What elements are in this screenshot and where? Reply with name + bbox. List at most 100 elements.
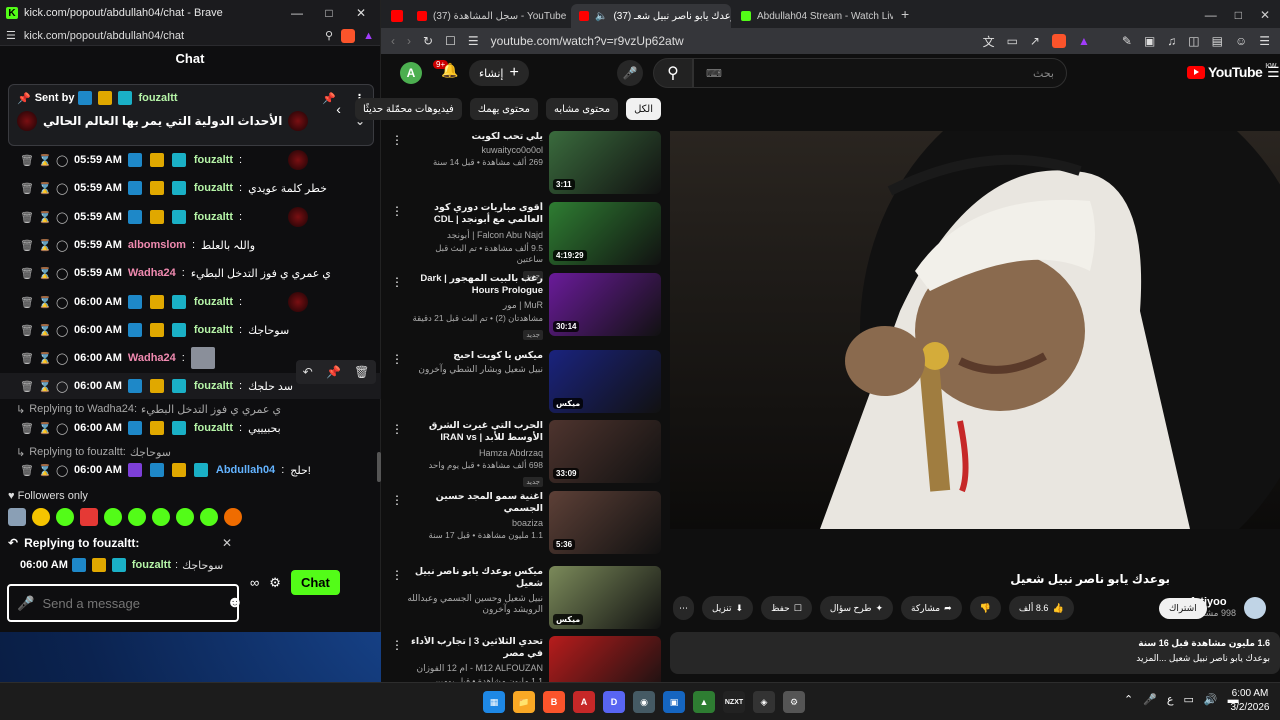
sidebar-icon[interactable]: ◫ xyxy=(1188,34,1199,48)
microphone-icon[interactable]: 🎤 xyxy=(17,595,34,612)
windows-start-icon[interactable]: ▦ xyxy=(483,691,505,713)
ban-icon[interactable]: ◯ xyxy=(56,324,68,337)
brave-browser-icon[interactable]: B xyxy=(543,691,565,713)
ban-icon[interactable]: ◯ xyxy=(56,296,68,309)
recommendation-channel[interactable]: Hamza Abdrzaq xyxy=(407,448,543,458)
chat-message[interactable]: 🗑 ⌛ ◯ 06:00 AM Abdullah04: حلج! xyxy=(0,457,381,483)
recommendation-channel[interactable]: Falcon Abu Najd | أبونجد xyxy=(407,230,543,241)
delete-icon[interactable]: 🗑 xyxy=(20,154,34,167)
cast-icon[interactable]: ▭ xyxy=(1007,34,1018,48)
system-clock[interactable]: 6:00 AM 3/2/2026 xyxy=(1228,687,1272,715)
keyboard-icon[interactable]: ⌨ xyxy=(706,67,722,80)
delete-icon[interactable]: 🗑 xyxy=(354,365,369,379)
message-username[interactable]: fouzaltt xyxy=(194,380,233,392)
delete-icon[interactable]: 🗑 xyxy=(20,422,34,435)
recommendation-item[interactable]: ⋮ أقوى مباريات دوري كود العالمي مع أبونج… xyxy=(391,202,661,281)
chip-all[interactable]: الكل xyxy=(626,98,661,120)
account-avatar[interactable]: A xyxy=(400,62,422,84)
tab-history[interactable]: (37) سجل المشاهدة - YouTube ✕ xyxy=(409,4,569,28)
reply-icon[interactable]: ↶ xyxy=(303,365,313,379)
extensions-icon[interactable]: ✎ xyxy=(1122,34,1132,48)
more-options-icon[interactable]: ⋮ xyxy=(391,275,403,339)
site-info-icon[interactable]: ☰ xyxy=(468,34,479,48)
recommendation-title[interactable]: يلي تحب لكويت xyxy=(407,131,543,143)
bookmark-icon[interactable]: ☐ xyxy=(445,34,456,48)
timeout-icon[interactable]: ⌛ xyxy=(38,380,52,393)
recommendation-title[interactable]: ميكس يا كويت احبج xyxy=(407,350,543,362)
zoom-icon[interactable]: ⚲ xyxy=(325,29,333,42)
emote-icon[interactable] xyxy=(104,508,122,526)
chat-message[interactable]: 🗑 ⌛ ◯ 05:59 AM fouzaltt: xyxy=(0,147,381,173)
emote-icon[interactable] xyxy=(200,508,218,526)
create-button[interactable]: إنشاء + xyxy=(469,60,529,86)
search-input[interactable]: ⌨ بحث xyxy=(693,58,1067,88)
message-username[interactable]: fouzaltt xyxy=(194,422,233,434)
pinned-message[interactable]: 📌 Sent by fouzaltt 📌 ⋮ الأحداث الدولية ا… xyxy=(8,84,374,146)
recommendation-item[interactable]: ⋮ يلي تحب لكويت kuwaityco0o0ol 269 ألف م… xyxy=(391,131,661,197)
brave-rewards-icon[interactable]: ▲ xyxy=(363,30,374,42)
recommendation-thumbnail[interactable]: 30:14 xyxy=(549,273,661,336)
timeout-icon[interactable]: ⌛ xyxy=(38,464,52,477)
message-username[interactable]: fouzaltt xyxy=(194,182,233,194)
timeout-icon[interactable]: ⌛ xyxy=(38,211,52,224)
recommendation-channel[interactable]: MuR | مور xyxy=(407,300,543,311)
acrobat-icon[interactable]: A xyxy=(573,691,595,713)
menu-icon[interactable]: ☰ xyxy=(1259,34,1270,48)
message-username[interactable]: fouzaltt xyxy=(194,296,233,308)
close-window-button[interactable]: ✕ xyxy=(1260,8,1270,22)
ban-icon[interactable]: ◯ xyxy=(56,422,68,435)
app-icon[interactable]: ▣ xyxy=(663,691,685,713)
tab-kick-stream[interactable]: Abdullah04 Stream - Watch Live on K ✕ xyxy=(733,4,893,28)
save-button[interactable]: ☐ حفظ xyxy=(761,596,812,620)
recommendation-item[interactable]: ⋮ ميكس يا كويت احبج نبيل شعيل وبشار الشط… xyxy=(391,350,661,416)
search-icon[interactable]: ⚲ xyxy=(653,58,693,88)
minimize-button[interactable]: — xyxy=(284,6,310,20)
timeout-icon[interactable]: ⌛ xyxy=(38,154,52,167)
close-icon[interactable]: ✕ xyxy=(222,536,232,550)
close-window-button[interactable]: ✕ xyxy=(348,6,374,20)
send-chat-button[interactable]: Chat xyxy=(290,570,340,595)
brave-shields-icon[interactable] xyxy=(1051,34,1066,48)
gear-icon[interactable]: ⚙ xyxy=(269,575,281,591)
chat-message[interactable]: 🗑 ⌛ ◯ 05:59 AM fouzaltt: xyxy=(0,204,381,230)
ban-icon[interactable]: ◯ xyxy=(56,239,68,252)
forward-icon[interactable]: › xyxy=(407,34,411,48)
more-options-icon[interactable]: ⋮ xyxy=(391,352,403,416)
chat-message[interactable]: 🗑 ⌛ ◯ 05:59 AM fouzaltt: خطر كلمة عويدي xyxy=(0,175,381,201)
timeout-icon[interactable]: ⌛ xyxy=(38,267,52,280)
message-input-box[interactable]: 🎤 ☻ xyxy=(7,584,243,622)
emote-icon[interactable] xyxy=(80,508,98,526)
recommendation-title[interactable]: أقوى مباريات دوري كود العالمي مع أبونجد … xyxy=(407,202,543,228)
recommendation-channel[interactable]: نبيل شعيل وبشار الشطي وآخرون xyxy=(407,364,543,375)
more-options-icon[interactable]: ⋮ xyxy=(391,422,403,486)
ban-icon[interactable]: ◯ xyxy=(56,267,68,280)
message-username[interactable]: fouzaltt xyxy=(194,154,233,166)
recommendation-channel[interactable]: boaziza xyxy=(407,518,543,528)
timeout-icon[interactable]: ⌛ xyxy=(38,296,52,309)
recommendation-title[interactable]: رعب بالبيت المهجور | Dark Hours Prologue xyxy=(407,273,543,298)
recommendation-title[interactable]: الحرب التي غيرت الشرق الأوسط للأبد | IRA… xyxy=(407,420,543,446)
recommendation-thumbnail[interactable]: ميكس xyxy=(549,350,661,413)
app-icon[interactable]: ◉ xyxy=(633,691,655,713)
ban-icon[interactable]: ◯ xyxy=(56,211,68,224)
chat-message[interactable]: 🗑 ⌛ ◯ 06:00 AM fouzaltt: سوحاجك xyxy=(0,317,381,343)
kick-url[interactable]: kick.com/popout/abdullah04/chat xyxy=(24,30,317,42)
more-options-icon[interactable]: ⋮ xyxy=(391,493,403,557)
hamburger-menu-icon[interactable]: ☰ xyxy=(1267,64,1280,81)
recommendation-thumbnail[interactable]: 3:11 xyxy=(549,131,661,194)
maximize-button[interactable]: □ xyxy=(1235,8,1242,22)
ban-icon[interactable]: ◯ xyxy=(56,154,68,167)
recommendation-thumbnail[interactable]: 33:09 xyxy=(549,420,661,483)
send-message-input[interactable] xyxy=(42,595,219,611)
chip-recent[interactable]: فيديوهات محمّلة حديثًا xyxy=(354,98,462,120)
app-icon[interactable]: ▲ xyxy=(693,691,715,713)
message-username[interactable]: fouzaltt xyxy=(194,324,233,336)
share-button[interactable]: ➦ مشاركة xyxy=(901,596,962,620)
timeout-icon[interactable]: ⌛ xyxy=(38,239,52,252)
url-field[interactable]: youtube.com/watch?v=r9vzUp62atw xyxy=(491,34,971,48)
delete-icon[interactable]: 🗑 xyxy=(20,380,34,393)
file-explorer-icon[interactable]: 📁 xyxy=(513,691,535,713)
translate-icon[interactable]: 文 xyxy=(983,33,995,50)
share-icon[interactable]: ↗ xyxy=(1030,34,1040,48)
channel-avatar[interactable] xyxy=(1244,596,1266,619)
